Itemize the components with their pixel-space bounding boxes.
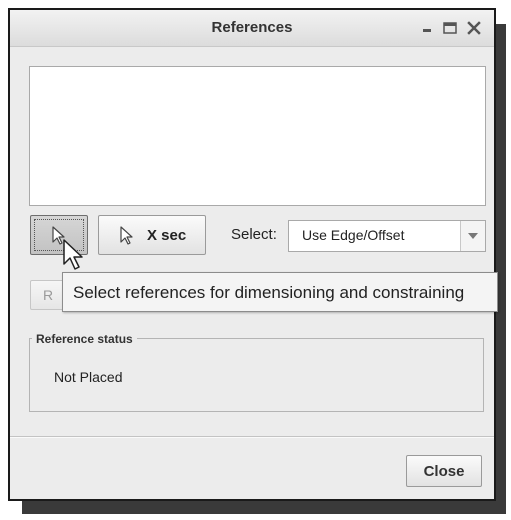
pointer-cursor-icon — [63, 239, 83, 270]
close-window-button[interactable] — [466, 20, 482, 36]
tooltip: Select references for dimensioning and c… — [62, 272, 498, 312]
select-dropdown[interactable]: Use Edge/Offset — [288, 220, 486, 252]
references-list[interactable] — [29, 66, 486, 206]
reference-status-value: Not Placed — [54, 369, 123, 385]
footer-divider — [10, 436, 494, 438]
select-label: Select: — [231, 226, 277, 243]
minimize-icon — [423, 29, 431, 32]
xsec-label: X sec — [147, 227, 187, 244]
close-icon — [467, 21, 481, 35]
tooltip-text: Select references for dimensioning and c… — [73, 283, 465, 302]
maximize-icon — [443, 22, 457, 34]
reference-status-title: Reference status — [32, 332, 137, 346]
arrow-cursor-icon — [120, 226, 133, 245]
dropdown-arrow[interactable] — [460, 221, 485, 251]
minimize-button[interactable] — [420, 20, 436, 36]
partially-hidden-label: R — [43, 287, 54, 303]
xsec-button[interactable]: X sec — [98, 215, 206, 255]
chevron-down-icon — [468, 233, 478, 239]
references-dialog: References X sec Select: Use Edge/Offset… — [8, 8, 498, 501]
close-button-label: Close — [423, 463, 465, 480]
title-bar[interactable]: References — [10, 10, 494, 47]
maximize-button[interactable] — [442, 20, 458, 36]
close-button[interactable]: Close — [406, 455, 482, 487]
select-value: Use Edge/Offset — [302, 227, 405, 243]
